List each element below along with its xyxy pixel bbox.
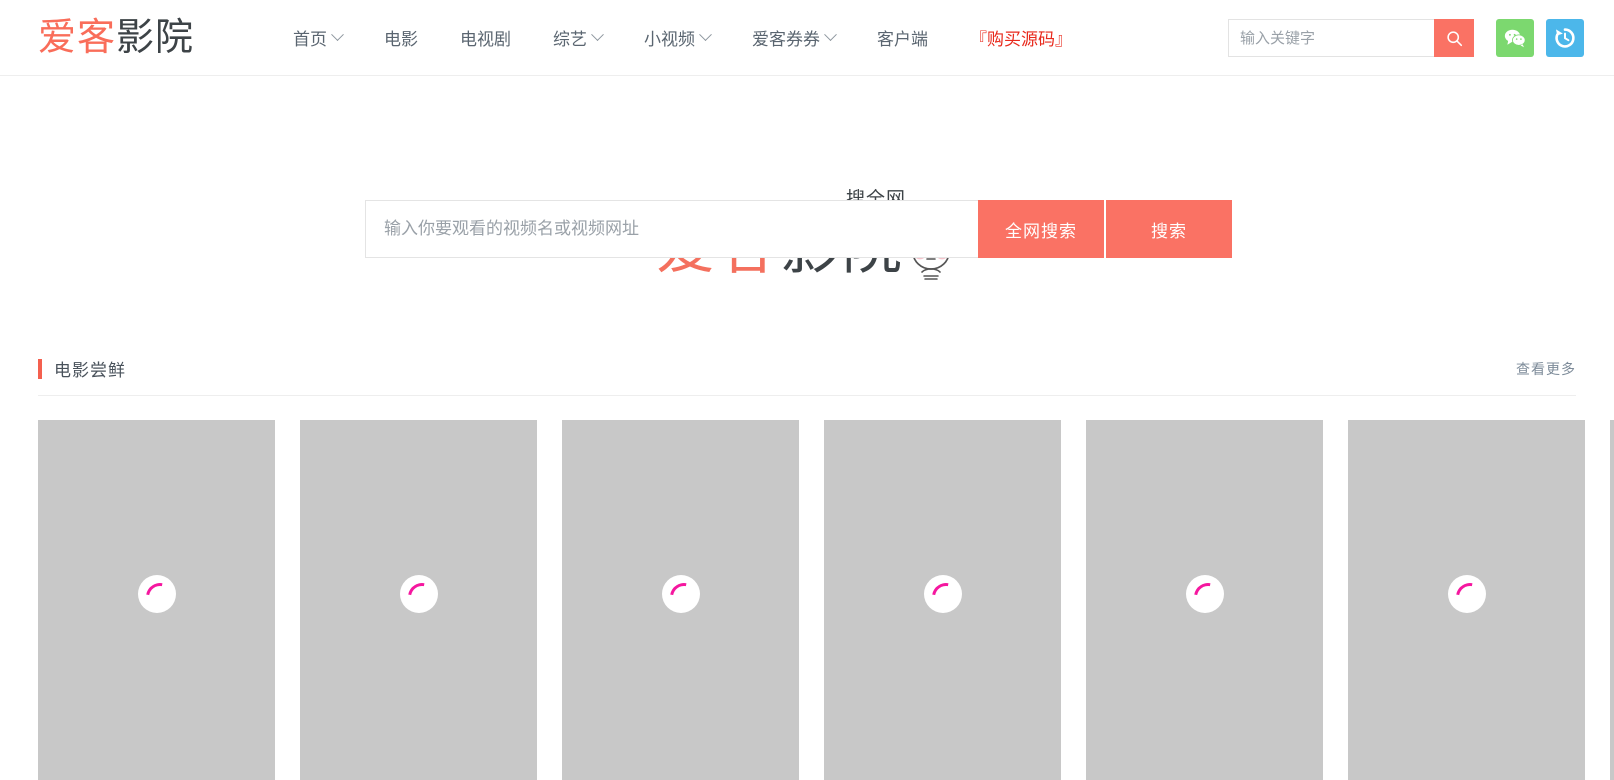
wechat-icon [1504, 29, 1526, 48]
section-accent-bar [38, 358, 42, 379]
site-logo[interactable]: 爱客影院 [38, 19, 194, 57]
loading-spinner-icon [923, 575, 962, 613]
view-more-link[interactable]: 查看更多 [1516, 359, 1576, 379]
nav-item-coupons[interactable]: 爱客券券 [731, 25, 856, 50]
movie-card[interactable] [38, 420, 275, 780]
history-button[interactable] [1546, 19, 1584, 57]
search-icon [1446, 30, 1462, 46]
loading-spinner-icon [137, 575, 176, 613]
nav-item-label: 综艺 [553, 30, 588, 49]
header-search-input[interactable] [1228, 19, 1434, 57]
nav-item-label: 电视剧 [460, 30, 512, 49]
site-logo-accent: 爱客 [38, 16, 117, 59]
section-header-movies: 电影尝鲜 查看更多 [38, 342, 1576, 396]
search-button[interactable]: 搜索 [1106, 200, 1232, 258]
hero-section: 搜全网 爱客影院 全网搜索 搜索 [0, 76, 1614, 342]
movie-card[interactable] [1086, 420, 1323, 780]
nav-item-label: 小视频 [644, 30, 696, 49]
chevron-down-icon [699, 28, 712, 42]
nav-item-buy-source[interactable]: 『购买源码』 [949, 25, 1093, 50]
wechat-button[interactable] [1496, 19, 1534, 57]
header-search [1228, 19, 1474, 57]
movie-card[interactable] [824, 420, 1061, 780]
movie-card-grid: 源码之家jshzq.com [38, 420, 1614, 780]
nav-item-label: 『购买源码』 [970, 30, 1073, 49]
nav-item-movies[interactable]: 电影 [363, 25, 439, 50]
movie-card[interactable] [1610, 420, 1614, 780]
nav-item-tv[interactable]: 电视剧 [439, 25, 532, 50]
history-icon [1555, 28, 1575, 48]
chevron-down-icon [824, 28, 837, 42]
hero-search-input[interactable] [365, 200, 978, 258]
nav-item-label: 爱客券券 [752, 30, 821, 49]
nav-item-label: 电影 [384, 30, 419, 49]
nav-item-label: 客户端 [877, 30, 929, 49]
search-all-web-button[interactable]: 全网搜索 [978, 200, 1104, 258]
site-logo-dark: 影院 [116, 16, 195, 59]
nav-item-label: 首页 [293, 30, 328, 49]
loading-spinner-icon [1447, 575, 1486, 613]
loading-spinner-icon [1185, 575, 1224, 613]
loading-spinner-icon [399, 575, 438, 613]
section-title: 电影尝鲜 [54, 361, 126, 380]
site-header: 爱客影院 首页 电影 电视剧 综艺 小视频 爱客券券 客户端 『购买源码』 [0, 0, 1614, 76]
header-search-button[interactable] [1434, 19, 1474, 57]
movie-card[interactable] [562, 420, 799, 780]
chevron-down-icon [331, 28, 344, 42]
header-actions [1228, 0, 1584, 76]
nav-item-client[interactable]: 客户端 [856, 25, 949, 50]
nav-item-short-video[interactable]: 小视频 [623, 25, 731, 50]
chevron-down-icon [591, 28, 604, 42]
nav-item-home[interactable]: 首页 [272, 25, 363, 50]
loading-spinner-icon [661, 575, 700, 613]
nav-item-variety[interactable]: 综艺 [532, 25, 623, 50]
movie-card[interactable] [300, 420, 537, 780]
main-navigation: 首页 电影 电视剧 综艺 小视频 爱客券券 客户端 『购买源码』 [272, 25, 1093, 50]
hero-search: 全网搜索 搜索 [365, 200, 1232, 258]
movie-card[interactable] [1348, 420, 1585, 780]
